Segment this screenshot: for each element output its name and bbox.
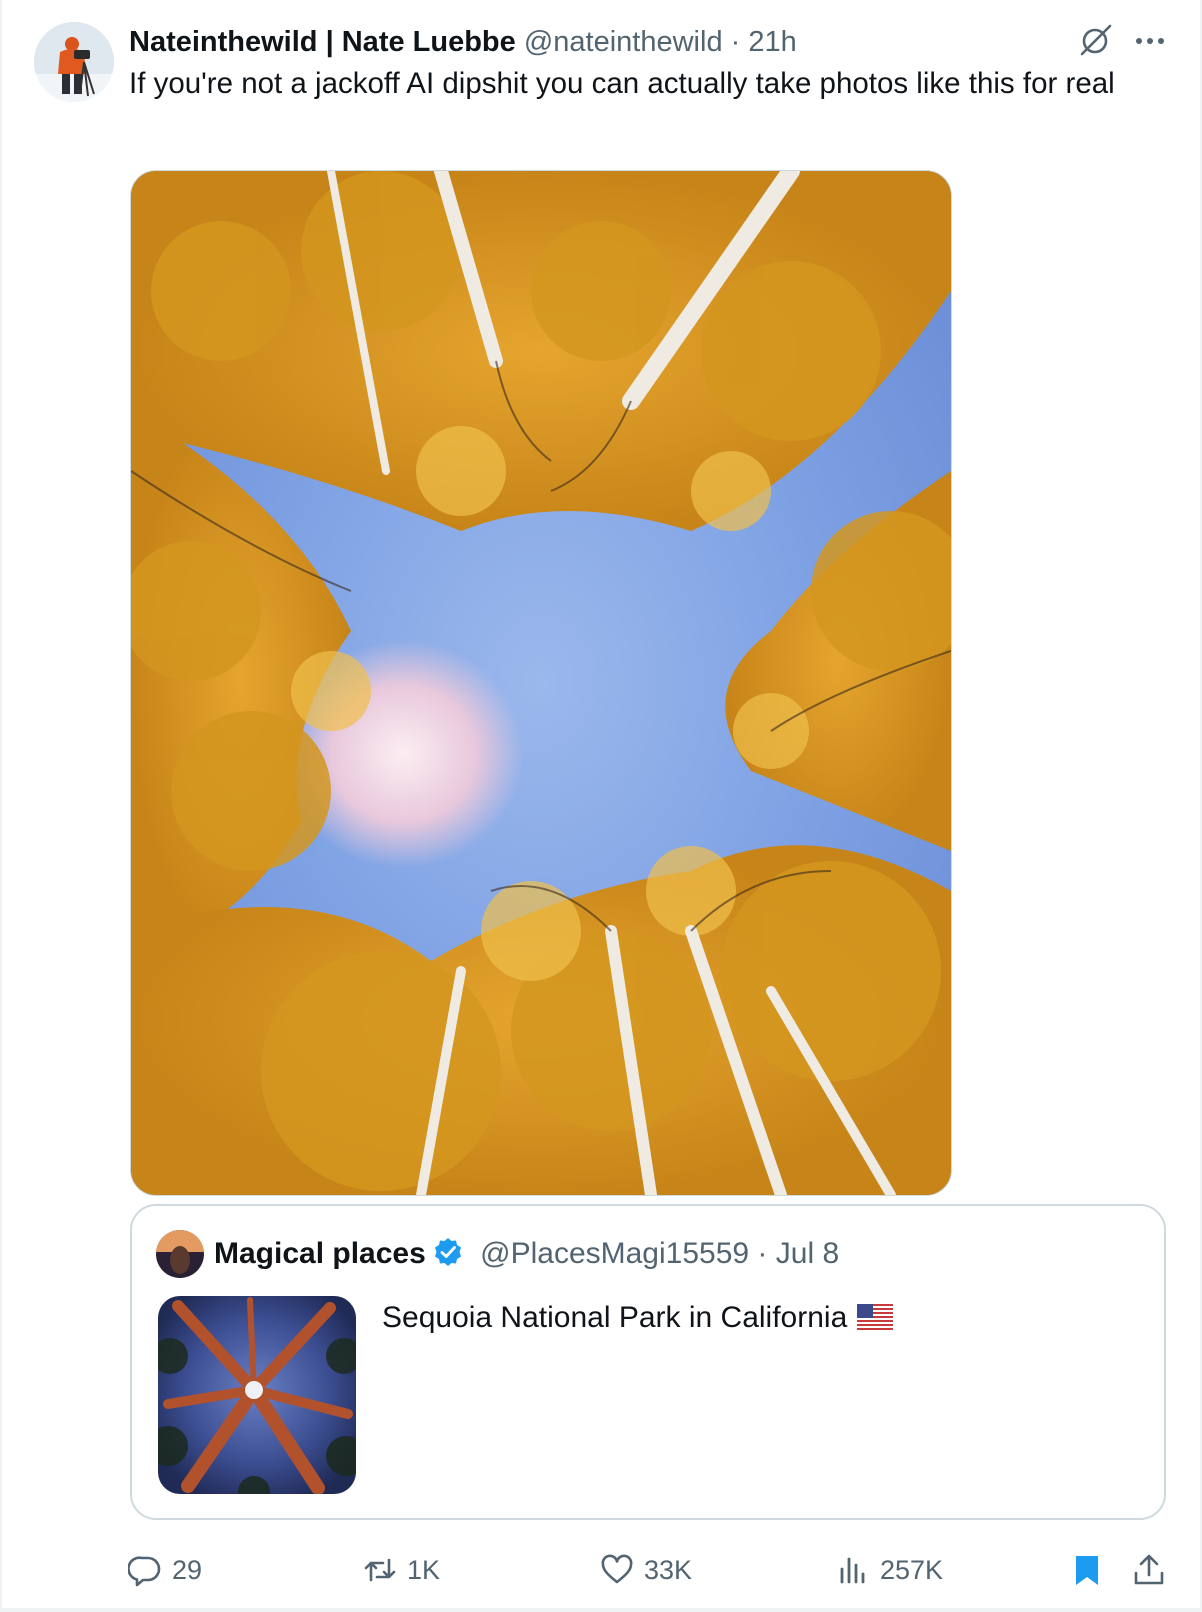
- quote-thumbnail[interactable]: [158, 1296, 356, 1494]
- quote-author-handle[interactable]: @PlacesMagi15559: [480, 1237, 749, 1270]
- frame-border-bottom: [0, 1608, 1202, 1612]
- tweet-text: If you're not a jackoff AI dipshit you c…: [129, 67, 1115, 100]
- views-icon: [840, 1557, 865, 1584]
- heart-icon: [601, 1554, 633, 1584]
- frame-border-left: [0, 0, 2, 1612]
- quoted-tweet[interactable]: Magical places @PlacesMagi15559 · Jul 8: [130, 1204, 1166, 1520]
- quote-separator: ·: [757, 1237, 768, 1270]
- quote-text: Sequoia National Park in California: [382, 1296, 894, 1340]
- like-button[interactable]: 33K: [600, 1545, 692, 1595]
- us-flag-icon: [857, 1299, 894, 1330]
- views-button[interactable]: 257K: [836, 1545, 943, 1595]
- quote-date[interactable]: Jul 8: [776, 1237, 839, 1270]
- author-name[interactable]: Nateinthewild | Nate Luebbe: [129, 26, 516, 58]
- quote-header: Magical places @PlacesMagi15559 · Jul 8: [214, 1232, 839, 1276]
- repost-count: 1K: [407, 1554, 441, 1585]
- quote-author-name[interactable]: Magical places: [214, 1237, 426, 1270]
- like-count: 33K: [644, 1554, 693, 1585]
- repost-button[interactable]: 1K: [363, 1545, 440, 1595]
- grok-icon[interactable]: [1078, 22, 1114, 58]
- bookmark-icon: [1076, 1556, 1098, 1585]
- reply-icon: [128, 1556, 161, 1587]
- avatar[interactable]: [34, 22, 114, 102]
- views-count: 257K: [880, 1554, 944, 1585]
- share-icon: [1134, 1554, 1164, 1585]
- tweet-header: Nateinthewild | Nate Luebbe @nateinthewi…: [129, 22, 1069, 62]
- header-separator: ·: [730, 26, 741, 58]
- more-icon[interactable]: [1132, 26, 1168, 56]
- bookmark-button[interactable]: [1070, 1545, 1114, 1595]
- share-button[interactable]: [1132, 1545, 1176, 1595]
- tweet-photo[interactable]: [130, 170, 952, 1196]
- reply-button[interactable]: 29: [128, 1545, 202, 1595]
- repost-icon: [364, 1558, 396, 1582]
- action-bar: 29 1K 33K 257K: [0, 1545, 1202, 1595]
- author-handle[interactable]: @nateinthewild: [524, 26, 723, 58]
- verified-badge-icon: [432, 1236, 464, 1268]
- quote-avatar[interactable]: [156, 1230, 204, 1278]
- quote-text-label: Sequoia National Park in California: [382, 1301, 848, 1334]
- reply-count: 29: [172, 1554, 203, 1585]
- tweet-timestamp[interactable]: 21h: [748, 26, 796, 58]
